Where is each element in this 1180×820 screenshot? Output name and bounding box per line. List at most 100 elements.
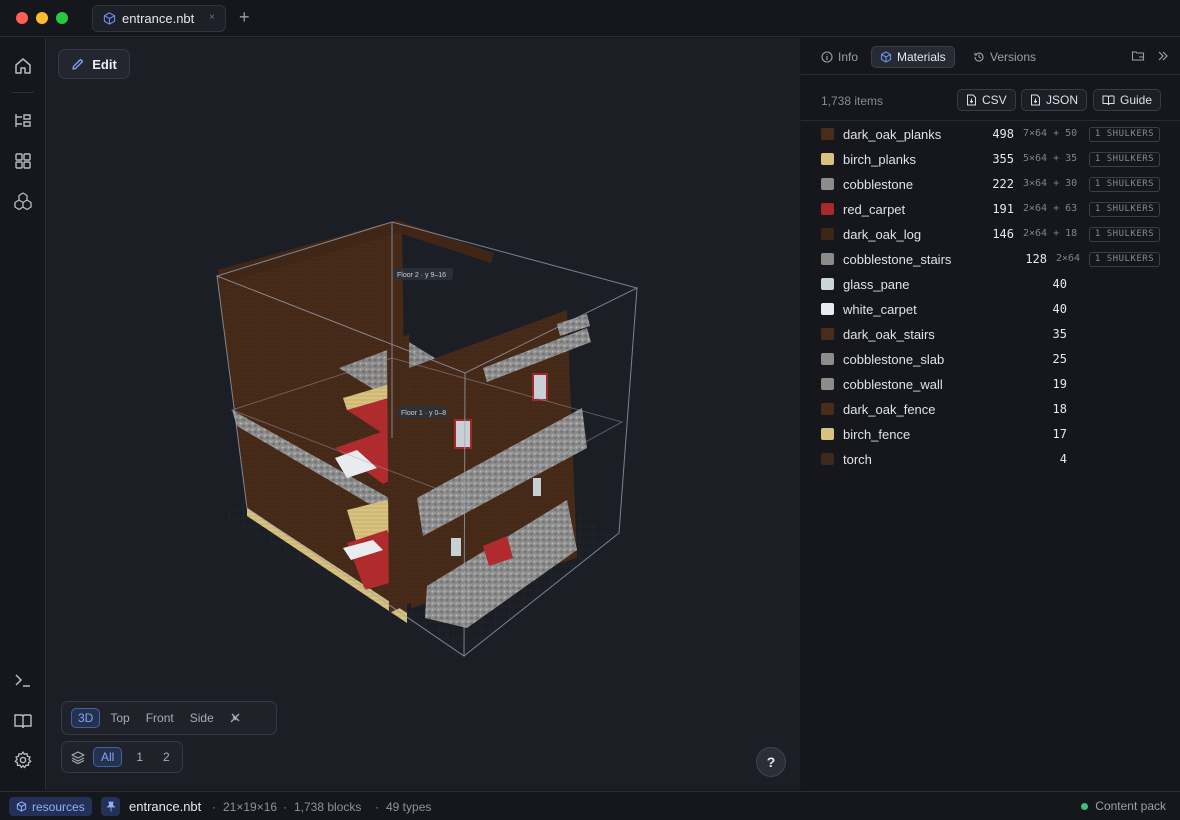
material-stacks: 2×64 + 18 bbox=[1023, 228, 1078, 239]
shulker-badge: 1 SHULKERS bbox=[1089, 202, 1160, 217]
material-swatch bbox=[821, 328, 834, 340]
tab-info[interactable]: Info bbox=[813, 46, 866, 68]
status-bar: resources entrance.nbt · 21×19×16 · 1,73… bbox=[0, 791, 1180, 820]
tab-close-button[interactable]: × bbox=[209, 12, 215, 23]
content-pack-status[interactable]: Content pack bbox=[1081, 799, 1166, 813]
material-row[interactable]: torch 4 bbox=[801, 447, 1180, 472]
floor-1-label: Floor 1 · y 0–8 bbox=[401, 410, 446, 417]
material-row[interactable]: dark_oak_stairs 35 bbox=[801, 322, 1180, 347]
material-name: dark_oak_stairs bbox=[843, 327, 935, 342]
status-file-name: entrance.nbt bbox=[129, 799, 202, 814]
collection-badge[interactable]: resources bbox=[9, 797, 92, 816]
guide-label: Guide bbox=[1120, 93, 1153, 107]
tab-materials[interactable]: Materials bbox=[871, 46, 955, 68]
right-panel: Info Materials Versions 1,738 items CSV … bbox=[801, 38, 1180, 790]
zoom-window-button[interactable] bbox=[56, 12, 68, 24]
material-name: birch_planks bbox=[843, 152, 916, 167]
material-count: 17 bbox=[1052, 427, 1067, 441]
view-top-button[interactable]: Top bbox=[104, 708, 135, 728]
material-row[interactable]: white_carpet 40 bbox=[801, 297, 1180, 322]
material-stacks: 2×64 bbox=[1056, 253, 1081, 264]
help-button[interactable]: ? bbox=[756, 747, 786, 777]
material-row[interactable]: cobblestone 222 3×64 + 30 1 SHULKERS bbox=[801, 172, 1180, 197]
material-swatch bbox=[821, 453, 834, 465]
material-swatch bbox=[821, 228, 834, 240]
terminal-icon[interactable] bbox=[13, 670, 33, 690]
material-row[interactable]: dark_oak_log 146 2×64 + 18 1 SHULKERS bbox=[801, 222, 1180, 247]
status-type-count: 49 types bbox=[386, 800, 432, 814]
material-stacks: 7×64 + 50 bbox=[1023, 128, 1078, 139]
layer-all-button[interactable]: All bbox=[93, 747, 123, 767]
export-csv-button[interactable]: CSV bbox=[957, 89, 1016, 111]
material-name: torch bbox=[843, 452, 872, 467]
tab-versions[interactable]: Versions bbox=[965, 46, 1044, 68]
material-name: dark_oak_planks bbox=[843, 127, 942, 142]
material-name: white_carpet bbox=[843, 302, 917, 317]
tab-entrance[interactable]: entrance.nbt × bbox=[92, 5, 226, 32]
close-window-button[interactable] bbox=[16, 12, 28, 24]
tab-info-label: Info bbox=[838, 50, 859, 64]
layer-1-button[interactable]: 1 bbox=[130, 750, 149, 764]
history-icon bbox=[974, 52, 984, 62]
material-name: cobblestone_slab bbox=[843, 352, 945, 367]
material-row[interactable]: dark_oak_planks 498 7×64 + 50 1 SHULKERS bbox=[801, 122, 1180, 147]
material-swatch bbox=[821, 403, 834, 415]
pin-button[interactable] bbox=[101, 797, 120, 816]
view-side-button[interactable]: Side bbox=[184, 708, 220, 728]
material-count: 355 bbox=[992, 152, 1014, 166]
guide-button[interactable]: Guide bbox=[1093, 89, 1162, 111]
export-json-button[interactable]: JSON bbox=[1021, 89, 1088, 111]
panel-layout-icon[interactable] bbox=[1131, 49, 1145, 63]
home-icon[interactable] bbox=[13, 56, 33, 76]
view-3d-button[interactable]: 3D bbox=[71, 708, 101, 728]
status-separator: · bbox=[375, 800, 379, 814]
status-separator: · bbox=[212, 800, 216, 814]
material-count: 40 bbox=[1052, 277, 1067, 291]
material-name: cobblestone_stairs bbox=[843, 252, 952, 267]
measure-icon[interactable] bbox=[228, 711, 242, 725]
material-row[interactable]: red_carpet 191 2×64 + 63 1 SHULKERS bbox=[801, 197, 1180, 222]
minimize-window-button[interactable] bbox=[36, 12, 48, 24]
material-row[interactable]: dark_oak_fence 18 bbox=[801, 397, 1180, 422]
material-row[interactable]: cobblestone_slab 25 bbox=[801, 347, 1180, 372]
material-row[interactable]: glass_pane 40 bbox=[801, 272, 1180, 297]
cube-icon bbox=[16, 801, 27, 812]
material-stacks: 2×64 + 63 bbox=[1023, 203, 1078, 214]
shulker-badge: 1 SHULKERS bbox=[1089, 227, 1160, 242]
panel-divider bbox=[801, 120, 1180, 121]
tab-title: entrance.nbt bbox=[122, 11, 195, 26]
file-download-icon bbox=[1031, 94, 1040, 106]
material-swatch bbox=[821, 428, 834, 440]
layers-icon bbox=[71, 751, 85, 764]
view-mode-toolbar: 3D Top Front Side bbox=[61, 701, 277, 735]
book-icon[interactable] bbox=[13, 711, 33, 731]
grid-icon[interactable] bbox=[13, 151, 33, 171]
material-row[interactable]: cobblestone_stairs 128 2×64 1 SHULKERS bbox=[801, 247, 1180, 272]
viewport-3d[interactable]: Edit Floor 2 · y 9–16 Floor 1 · y 0–8 3D… bbox=[47, 38, 800, 790]
material-name: birch_fence bbox=[843, 427, 911, 442]
collapse-panel-icon[interactable] bbox=[1157, 50, 1169, 62]
blocks-icon[interactable] bbox=[13, 191, 33, 211]
material-stacks: 5×64 + 35 bbox=[1023, 153, 1078, 164]
layer-2-button[interactable]: 2 bbox=[157, 750, 176, 764]
cube-icon bbox=[880, 51, 892, 63]
settings-gear-icon[interactable] bbox=[13, 750, 33, 770]
shulker-badge: 1 SHULKERS bbox=[1089, 152, 1160, 167]
material-row[interactable]: birch_planks 355 5×64 + 35 1 SHULKERS bbox=[801, 147, 1180, 172]
material-count: 191 bbox=[992, 202, 1014, 216]
tree-icon[interactable] bbox=[13, 111, 33, 131]
material-swatch bbox=[821, 203, 834, 215]
material-count: 4 bbox=[1059, 452, 1067, 466]
status-separator: · bbox=[283, 800, 287, 814]
sidebar-divider bbox=[12, 92, 34, 93]
material-row[interactable]: birch_fence 17 bbox=[801, 422, 1180, 447]
floor-2-label: Floor 2 · y 9–16 bbox=[397, 272, 446, 279]
structure-render[interactable]: Floor 2 · y 9–16 Floor 1 · y 0–8 bbox=[47, 38, 800, 790]
new-tab-button[interactable]: + bbox=[239, 7, 250, 28]
material-count: 25 bbox=[1052, 352, 1067, 366]
tab-materials-label: Materials bbox=[897, 50, 946, 64]
status-dot bbox=[1081, 802, 1089, 810]
material-count: 498 bbox=[992, 127, 1014, 141]
material-row[interactable]: cobblestone_wall 19 bbox=[801, 372, 1180, 397]
view-front-button[interactable]: Front bbox=[140, 708, 180, 728]
